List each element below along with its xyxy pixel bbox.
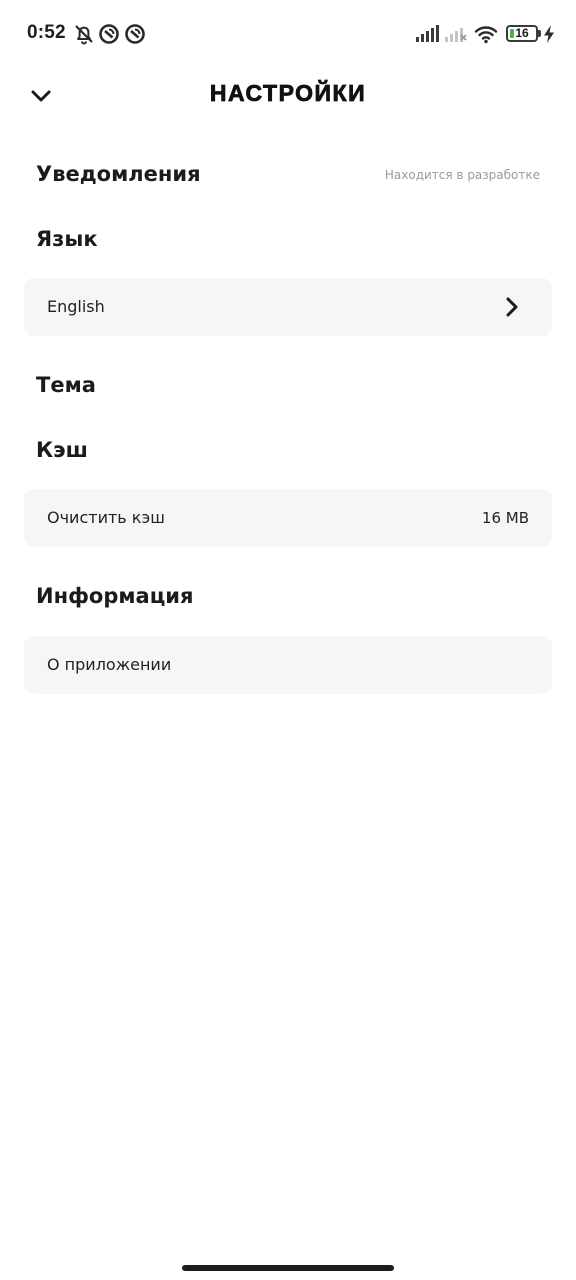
info-heading: Информация (36, 584, 194, 608)
data-saver-icon (97, 22, 121, 46)
battery-tip (538, 30, 541, 37)
battery-level: 16 (515, 26, 529, 40)
home-indicator[interactable] (182, 1265, 394, 1271)
cache-size: 16 MB (481, 509, 529, 527)
theme-heading: Тема (36, 373, 96, 397)
wifi-icon (474, 22, 498, 46)
notifications-heading: Уведомления (36, 162, 201, 186)
data-saver-icon (123, 22, 147, 46)
language-heading: Язык (36, 227, 98, 251)
cellular-no-signal-icon (444, 22, 468, 46)
about-app-button[interactable]: О приложении (24, 636, 552, 694)
cellular-signal-icon (415, 22, 439, 46)
cache-heading: Кэш (36, 438, 88, 462)
header: НАСТРОЙКИ (0, 68, 576, 124)
clear-cache-button[interactable]: Очистить кэш 16 MB (24, 489, 552, 547)
language-selector[interactable]: English (24, 278, 552, 336)
about-app-label: О приложении (47, 655, 172, 674)
clear-cache-label: Очистить кэш (47, 508, 165, 527)
status-bar: 0:52 16 (0, 0, 576, 68)
status-time: 0:52 (27, 22, 66, 43)
language-value: English (47, 297, 105, 316)
in-development-note: Находится в разработке (384, 168, 540, 182)
charging-bolt-icon (542, 22, 556, 46)
page-title: НАСТРОЙКИ (209, 80, 367, 107)
chevron-right-icon (506, 297, 518, 317)
bell-off-icon (72, 22, 96, 46)
